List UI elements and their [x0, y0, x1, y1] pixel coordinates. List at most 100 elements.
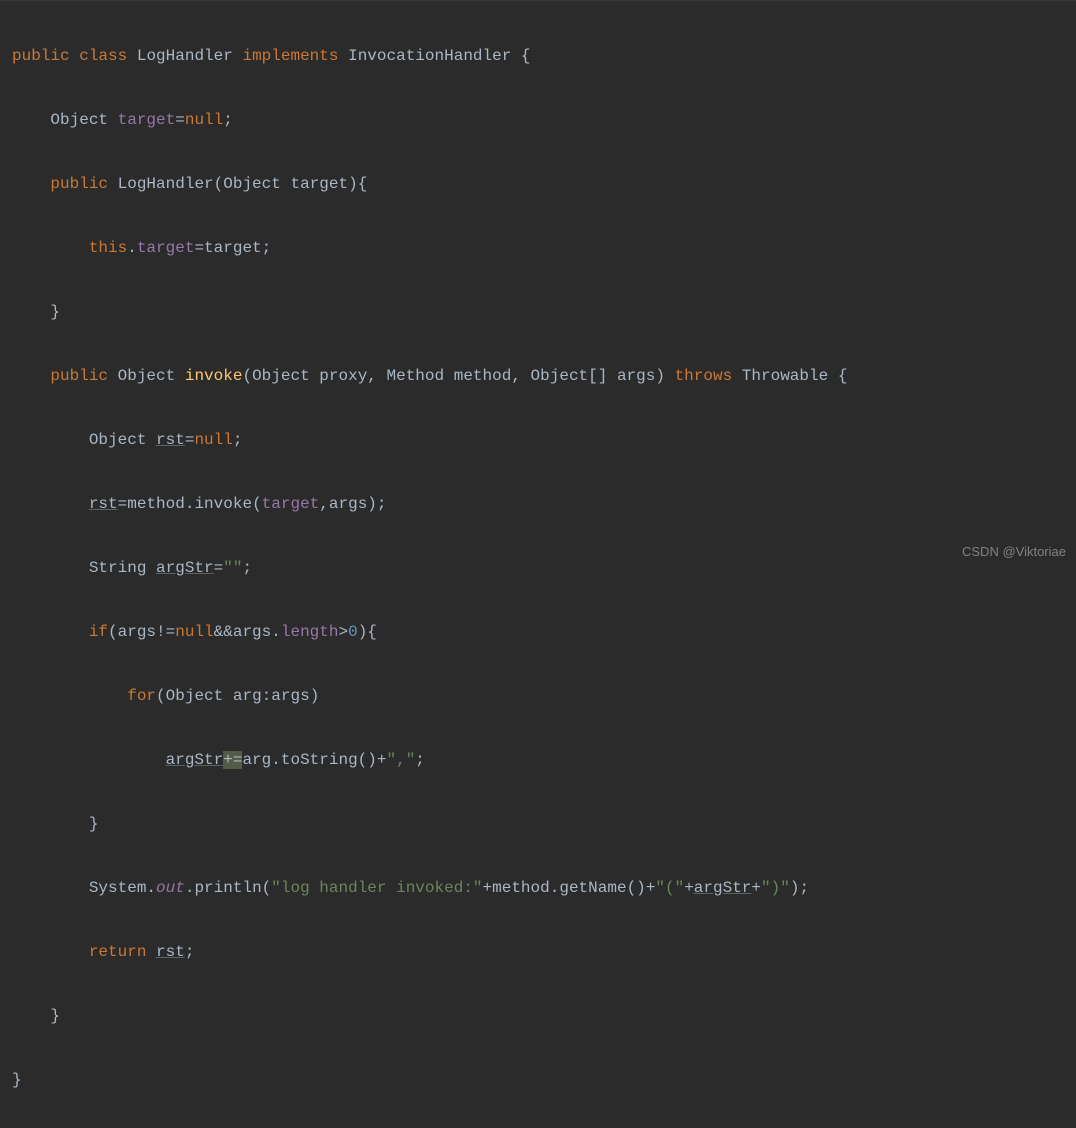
field-ref: target — [262, 495, 320, 513]
arg: args — [329, 495, 367, 513]
code-line: Object target=null; — [12, 104, 1076, 136]
comma: , — [367, 367, 386, 385]
type: Object — [89, 431, 147, 449]
local-var: argStr — [694, 879, 752, 897]
semicolon: ; — [262, 239, 272, 257]
object-ref: method — [127, 495, 185, 513]
loop-var: arg — [233, 687, 262, 705]
keyword-if: if — [89, 623, 108, 641]
operator: + — [684, 879, 694, 897]
paren: ( — [262, 879, 272, 897]
comma: , — [319, 495, 329, 513]
number-literal: 0 — [348, 623, 358, 641]
keyword-class: class — [79, 47, 127, 65]
local-var: argStr — [166, 751, 224, 769]
param-name: target — [290, 175, 348, 193]
dot: . — [146, 879, 156, 897]
operator: = — [194, 239, 204, 257]
dot: . — [127, 239, 137, 257]
code-line: this.target=target; — [12, 232, 1076, 264]
paren: ) — [367, 495, 377, 513]
keyword-for: for — [127, 687, 156, 705]
param-type: Object[] — [531, 367, 608, 385]
paren: ( — [108, 623, 118, 641]
paren: ( — [252, 495, 262, 513]
operator: + — [646, 879, 656, 897]
parens: () — [358, 751, 377, 769]
var-ref: args — [118, 623, 156, 641]
static-field: out — [156, 879, 185, 897]
operator-highlighted: += — [223, 751, 242, 769]
keyword-null: null — [194, 431, 232, 449]
operator: + — [751, 879, 761, 897]
top-border — [0, 0, 1076, 2]
code-line: return rst; — [12, 936, 1076, 968]
property: length — [281, 623, 339, 641]
paren: ) — [655, 367, 665, 385]
code-line: String argStr=""; — [12, 552, 1076, 584]
semicolon: ; — [242, 559, 252, 577]
local-var: rst — [89, 495, 118, 513]
brace: } — [89, 815, 99, 833]
brace: } — [50, 303, 60, 321]
colon: : — [262, 687, 272, 705]
method-call: println — [194, 879, 261, 897]
keyword-null: null — [175, 623, 213, 641]
method-name: invoke — [185, 367, 243, 385]
keyword-public: public — [50, 175, 108, 193]
keyword-return: return — [89, 943, 147, 961]
object-ref: arg — [242, 751, 271, 769]
operator: = — [214, 559, 224, 577]
dot: . — [185, 879, 195, 897]
param-name: proxy — [319, 367, 367, 385]
keyword-public: public — [12, 47, 70, 65]
code-line: } — [12, 808, 1076, 840]
local-var: rst — [156, 943, 185, 961]
keyword-public: public — [50, 367, 108, 385]
brace: { — [511, 47, 530, 65]
iterable: args — [271, 687, 309, 705]
type: String — [89, 559, 147, 577]
operator: = — [185, 431, 195, 449]
comma: , — [511, 367, 530, 385]
keyword-throws: throws — [675, 367, 733, 385]
type: Object — [166, 687, 224, 705]
code-line: public LogHandler(Object target){ — [12, 168, 1076, 200]
local-var: argStr — [156, 559, 214, 577]
operator: + — [483, 879, 493, 897]
operator: > — [338, 623, 348, 641]
code-line: if(args!=null&&args.length>0){ — [12, 616, 1076, 648]
param-ref: target — [204, 239, 262, 257]
paren: ) — [358, 623, 368, 641]
operator: + — [377, 751, 387, 769]
interface-name: InvocationHandler — [348, 47, 511, 65]
semicolon: ; — [415, 751, 425, 769]
method-call: invoke — [194, 495, 252, 513]
brace: { — [367, 623, 377, 641]
semicolon: ; — [799, 879, 809, 897]
dot: . — [550, 879, 560, 897]
paren: ) — [348, 175, 358, 193]
string-literal: "," — [386, 751, 415, 769]
code-line: public Object invoke(Object proxy, Metho… — [12, 360, 1076, 392]
code-line: public class LogHandler implements Invoc… — [12, 40, 1076, 72]
keyword-implements: implements — [242, 47, 338, 65]
param-name: args — [617, 367, 655, 385]
paren: ) — [310, 687, 320, 705]
semicolon: ; — [377, 495, 387, 513]
code-editor[interactable]: public class LogHandler implements Invoc… — [0, 8, 1076, 1128]
param-type: Object — [223, 175, 281, 193]
param-type: Object — [252, 367, 310, 385]
string-literal: "log handler invoked:" — [271, 879, 482, 897]
local-var: rst — [156, 431, 185, 449]
field-name: target — [118, 111, 176, 129]
paren: ( — [242, 367, 252, 385]
semicolon: ; — [185, 943, 195, 961]
constructor-name: LogHandler — [118, 175, 214, 193]
brace: { — [358, 175, 368, 193]
code-line: rst=method.invoke(target,args); — [12, 488, 1076, 520]
string-literal: "" — [223, 559, 242, 577]
code-line: for(Object arg:args) — [12, 680, 1076, 712]
method-call: toString — [281, 751, 358, 769]
object-ref: method — [492, 879, 550, 897]
